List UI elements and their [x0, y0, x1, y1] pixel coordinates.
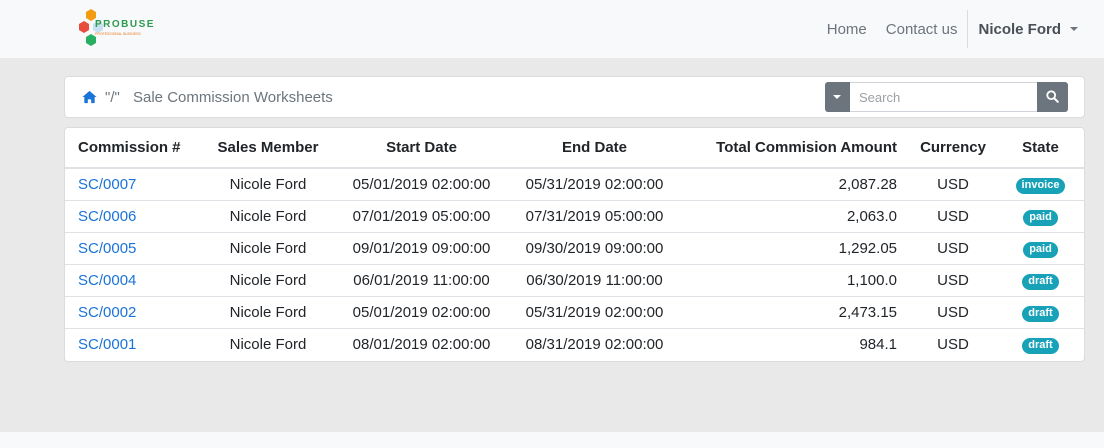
column-header-state[interactable]: State	[997, 128, 1084, 169]
table-row[interactable]: SC/0004 Nicole Ford 06/01/2019 11:00:00 …	[65, 263, 1084, 296]
commission-table-card: Commission # Sales Member Start Date End…	[64, 127, 1085, 362]
end-date-cell: 06/30/2019 11:00:00	[515, 263, 674, 296]
end-date-cell: 05/31/2019 02:00:00	[515, 295, 674, 328]
state-cell: paid	[997, 231, 1084, 264]
currency-cell: USD	[909, 231, 997, 264]
state-cell: draft	[997, 327, 1084, 360]
end-date-cell: 07/31/2019 05:00:00	[515, 199, 674, 232]
state-badge: draft	[1022, 337, 1059, 354]
commission-link[interactable]: SC/0002	[78, 304, 136, 321]
state-cell: draft	[997, 295, 1084, 328]
table-row[interactable]: SC/0007 Nicole Ford 05/01/2019 02:00:00 …	[65, 168, 1084, 200]
end-date-cell: 05/31/2019 02:00:00	[525, 175, 664, 193]
column-header-total-amount[interactable]: Total Commision Amount	[674, 128, 909, 169]
nav-links: Home Contact us Nicole Ford	[820, 0, 1104, 58]
search-button[interactable]	[1037, 82, 1068, 112]
state-badge: paid	[1023, 241, 1058, 258]
top-navbar: PROBUSE PROFESSIONAL BUSINESS Home Conta…	[0, 0, 1104, 58]
amount-cell: 2,087.28	[838, 175, 897, 193]
brand-logo[interactable]: PROBUSE PROFESSIONAL BUSINESS	[74, 8, 156, 48]
end-date-cell: 08/31/2019 02:00:00	[515, 327, 674, 360]
table-header-row: Commission # Sales Member Start Date End…	[65, 128, 1084, 169]
amount-cell: 1,292.05	[674, 231, 909, 264]
commission-cell: SC/0004	[65, 263, 208, 296]
state-badge: paid	[1023, 209, 1058, 226]
brand-name: PROBUSE	[95, 19, 155, 30]
state-badge: draft	[1022, 305, 1059, 322]
breadcrumb-separator: "/"	[105, 89, 120, 106]
table-row[interactable]: SC/0002 Nicole Ford 05/01/2019 02:00:00 …	[65, 295, 1084, 328]
user-name: Nicole Ford	[978, 20, 1061, 38]
commission-cell: SC/0002	[65, 295, 208, 328]
amount-cell: 2,473.15	[674, 295, 909, 328]
commission-link[interactable]: SC/0004	[78, 272, 136, 289]
start-date-cell: 05/01/2019 02:00:00	[352, 175, 491, 193]
search-filter-dropdown[interactable]	[825, 82, 850, 112]
currency-cell: USD	[909, 199, 997, 232]
commission-link[interactable]: SC/0006	[78, 208, 136, 225]
start-date-cell: 08/01/2019 02:00:00	[328, 327, 515, 360]
state-badge: draft	[1022, 273, 1059, 290]
page-footer	[0, 432, 1104, 448]
currency-cell: USD	[909, 263, 997, 296]
caret-down-icon	[833, 95, 841, 99]
column-header-sales-member[interactable]: Sales Member	[208, 128, 328, 169]
sales-member-cell: Nicole Ford	[208, 199, 328, 232]
sales-member-cell: Nicole Ford	[208, 327, 328, 360]
currency-cell: USD	[909, 327, 997, 360]
start-date-cell: 05/01/2019 02:00:00	[328, 295, 515, 328]
sales-member-cell: Nicole Ford	[229, 175, 307, 193]
brand-tagline: PROFESSIONAL BUSINESS	[95, 32, 141, 36]
home-icon[interactable]	[82, 90, 97, 104]
state-cell: paid	[997, 199, 1084, 232]
nav-home-link[interactable]: Home	[820, 21, 874, 38]
commission-cell: SC/0007	[65, 168, 208, 200]
state-cell: invoice	[997, 168, 1084, 200]
table-row[interactable]: SC/0001 Nicole Ford 08/01/2019 02:00:00 …	[65, 327, 1084, 360]
commission-cell: SC/0005	[65, 231, 208, 264]
currency-cell: USD	[937, 175, 969, 193]
column-header-start-date[interactable]: Start Date	[328, 128, 515, 169]
sales-member-cell: Nicole Ford	[208, 295, 328, 328]
sales-member-cell: Nicole Ford	[208, 263, 328, 296]
sales-member-cell: Nicole Ford	[208, 231, 328, 264]
end-date-cell: 09/30/2019 09:00:00	[515, 231, 674, 264]
amount-cell: 2,063.0	[674, 199, 909, 232]
start-date-cell: 07/01/2019 05:00:00	[328, 199, 515, 232]
search-icon	[1046, 90, 1059, 103]
start-date-cell: 06/01/2019 11:00:00	[328, 263, 515, 296]
commission-link[interactable]: SC/0005	[78, 240, 136, 257]
commission-cell: SC/0006	[65, 199, 208, 232]
user-menu-dropdown[interactable]: Nicole Ford	[967, 10, 1104, 48]
column-header-currency[interactable]: Currency	[909, 128, 997, 169]
table-row[interactable]: SC/0006 Nicole Ford 07/01/2019 05:00:00 …	[65, 199, 1084, 232]
commission-link[interactable]: SC/0001	[78, 336, 136, 353]
commission-cell: SC/0001	[65, 327, 208, 360]
currency-cell: USD	[909, 295, 997, 328]
table-row[interactable]: SC/0005 Nicole Ford 09/01/2019 09:00:00 …	[65, 231, 1084, 264]
state-badge: invoice	[1015, 177, 1066, 194]
chevron-down-icon	[1070, 27, 1078, 31]
nav-contact-link[interactable]: Contact us	[879, 21, 965, 38]
column-header-commission[interactable]: Commission #	[65, 128, 208, 169]
amount-cell: 984.1	[674, 327, 909, 360]
amount-cell: 1,100.0	[674, 263, 909, 296]
state-cell: draft	[997, 263, 1084, 296]
column-header-end-date[interactable]: End Date	[515, 128, 674, 169]
commission-table: Commission # Sales Member Start Date End…	[65, 128, 1084, 360]
start-date-cell: 09/01/2019 09:00:00	[328, 231, 515, 264]
breadcrumb-bar: "/" Sale Commission Worksheets	[64, 76, 1085, 118]
commission-link[interactable]: SC/0007	[78, 176, 136, 193]
search-input[interactable]	[850, 82, 1038, 112]
breadcrumb-current: Sale Commission Worksheets	[133, 89, 333, 106]
